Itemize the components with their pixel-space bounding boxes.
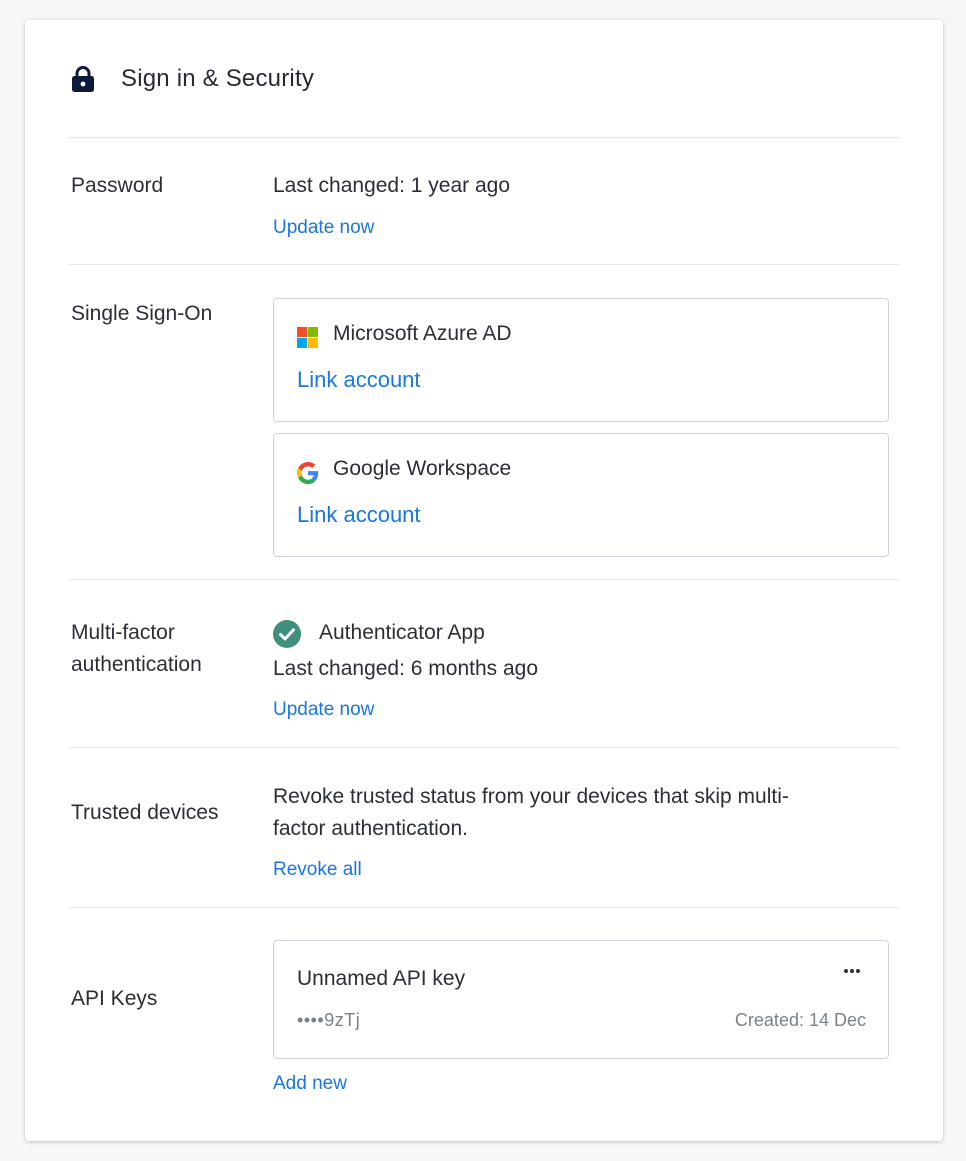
card-header: Sign in & Security <box>25 20 943 137</box>
password-last-changed: Last changed: 1 year ago <box>273 174 511 197</box>
sso-provider-name: Google Workspace <box>333 457 512 480</box>
trusted-devices-label: Trusted devices <box>71 801 219 824</box>
divider <box>68 747 900 748</box>
api-key-card: Unnamed API key ••••9zTj Created: 14 Dec <box>273 940 889 1059</box>
add-new-api-key-link[interactable]: Add new <box>273 1073 347 1095</box>
sso-provider-microsoft: Microsoft Azure AD Link account <box>273 298 889 422</box>
more-horizontal-icon[interactable] <box>838 961 866 981</box>
revoke-all-link[interactable]: Revoke all <box>273 859 362 881</box>
sso-provider-google: Google Workspace Link account <box>273 433 889 557</box>
trusted-devices-description-line2: factor authentication. <box>273 817 468 840</box>
link-account-microsoft-link[interactable]: Link account <box>297 367 421 393</box>
trusted-devices-description-line1: Revoke trusted status from your devices … <box>273 785 789 808</box>
api-keys-label: API Keys <box>71 987 158 1010</box>
link-account-google-link[interactable]: Link account <box>297 502 421 528</box>
divider <box>68 907 900 908</box>
mfa-label-line2: authentication <box>71 653 202 676</box>
divider <box>68 264 900 265</box>
mfa-last-changed: Last changed: 6 months ago <box>273 657 539 680</box>
microsoft-logo-icon <box>297 327 318 348</box>
trusted-devices-description: Revoke trusted status from your devices … <box>273 781 789 845</box>
mfa-method: Authenticator App <box>319 621 485 644</box>
sign-in-security-card: Sign in & Security Password Last changed… <box>25 20 943 1141</box>
page-title: Sign in & Security <box>121 65 315 92</box>
mfa-label: Multi-factor authentication <box>71 617 202 681</box>
sso-provider-name: Microsoft Azure AD <box>333 322 512 345</box>
lock-icon <box>72 66 94 92</box>
api-key-masked-value: ••••9zTj <box>297 1010 361 1030</box>
password-update-link[interactable]: Update now <box>273 217 374 239</box>
divider <box>68 137 900 138</box>
mfa-update-link[interactable]: Update now <box>273 699 374 721</box>
divider <box>68 579 900 580</box>
check-circle-icon <box>273 620 301 648</box>
api-key-name: Unnamed API key <box>297 967 466 990</box>
api-key-created-date: Created: 14 Dec <box>734 1010 866 1030</box>
sso-label: Single Sign-On <box>71 302 213 325</box>
google-logo-icon <box>297 462 319 484</box>
password-label: Password <box>71 174 164 197</box>
mfa-label-line1: Multi-factor <box>71 621 175 644</box>
